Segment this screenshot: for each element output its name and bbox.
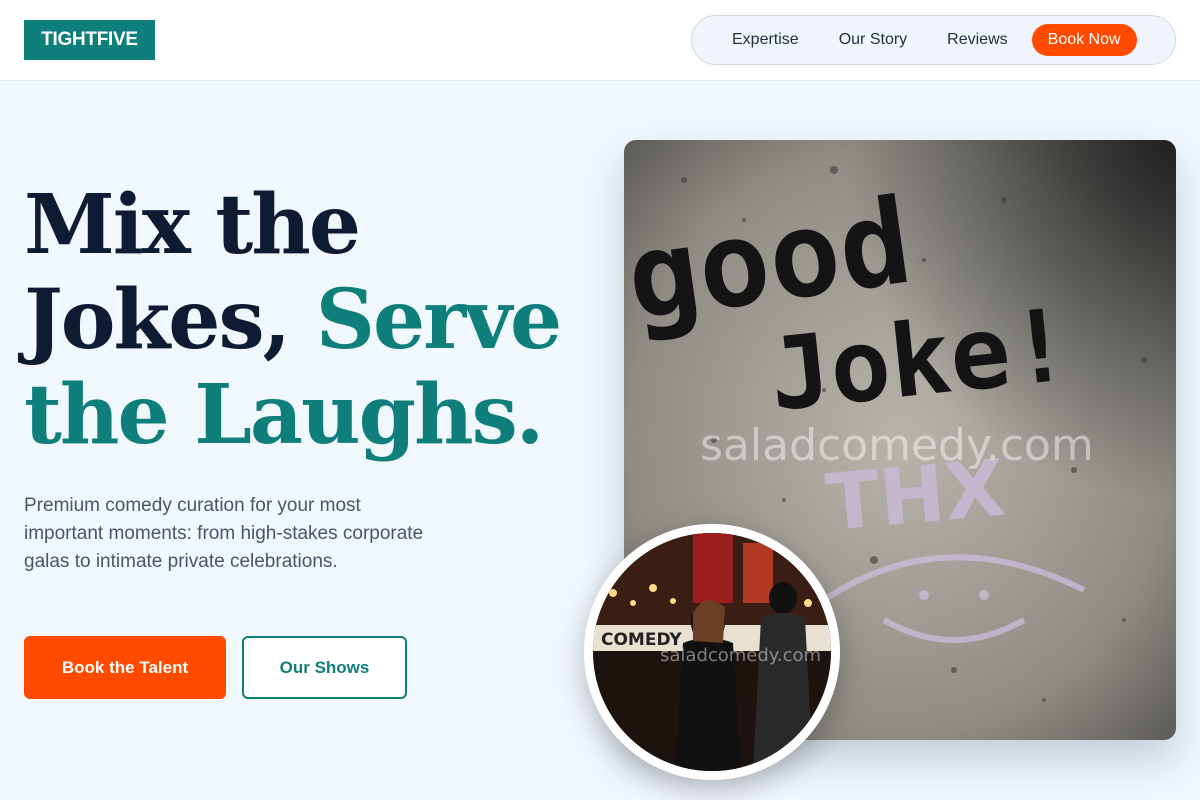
club-sign: COMEDY [601, 630, 682, 650]
top-navbar: TIGHTFIVE Expertise Our Story Reviews Bo… [0, 0, 1200, 81]
hero-subtitle: Premium comedy curation for your most im… [24, 495, 424, 572]
hero-title-line1: Mix the [24, 177, 361, 273]
nav-link-reviews[interactable]: Reviews [927, 31, 1027, 49]
graffiti-thx: THX [823, 444, 1009, 549]
book-now-button[interactable]: Book Now [1031, 24, 1137, 56]
hero-title-line2: Jokes, [24, 272, 291, 368]
comedy-club-photo: COMEDY [584, 524, 840, 780]
nav-link-expertise[interactable]: Expertise [712, 31, 819, 49]
brand-logo[interactable]: TIGHTFIVE [24, 20, 155, 60]
book-the-talent-button[interactable]: Book the Talent [24, 636, 226, 699]
our-shows-button[interactable]: Our Shows [242, 636, 407, 699]
hero-title: Mix the Jokes, Serve the Laughs. [24, 178, 584, 463]
nav-link-our-story[interactable]: Our Story [819, 31, 927, 49]
main-nav: Expertise Our Story Reviews Book Now [691, 15, 1176, 65]
